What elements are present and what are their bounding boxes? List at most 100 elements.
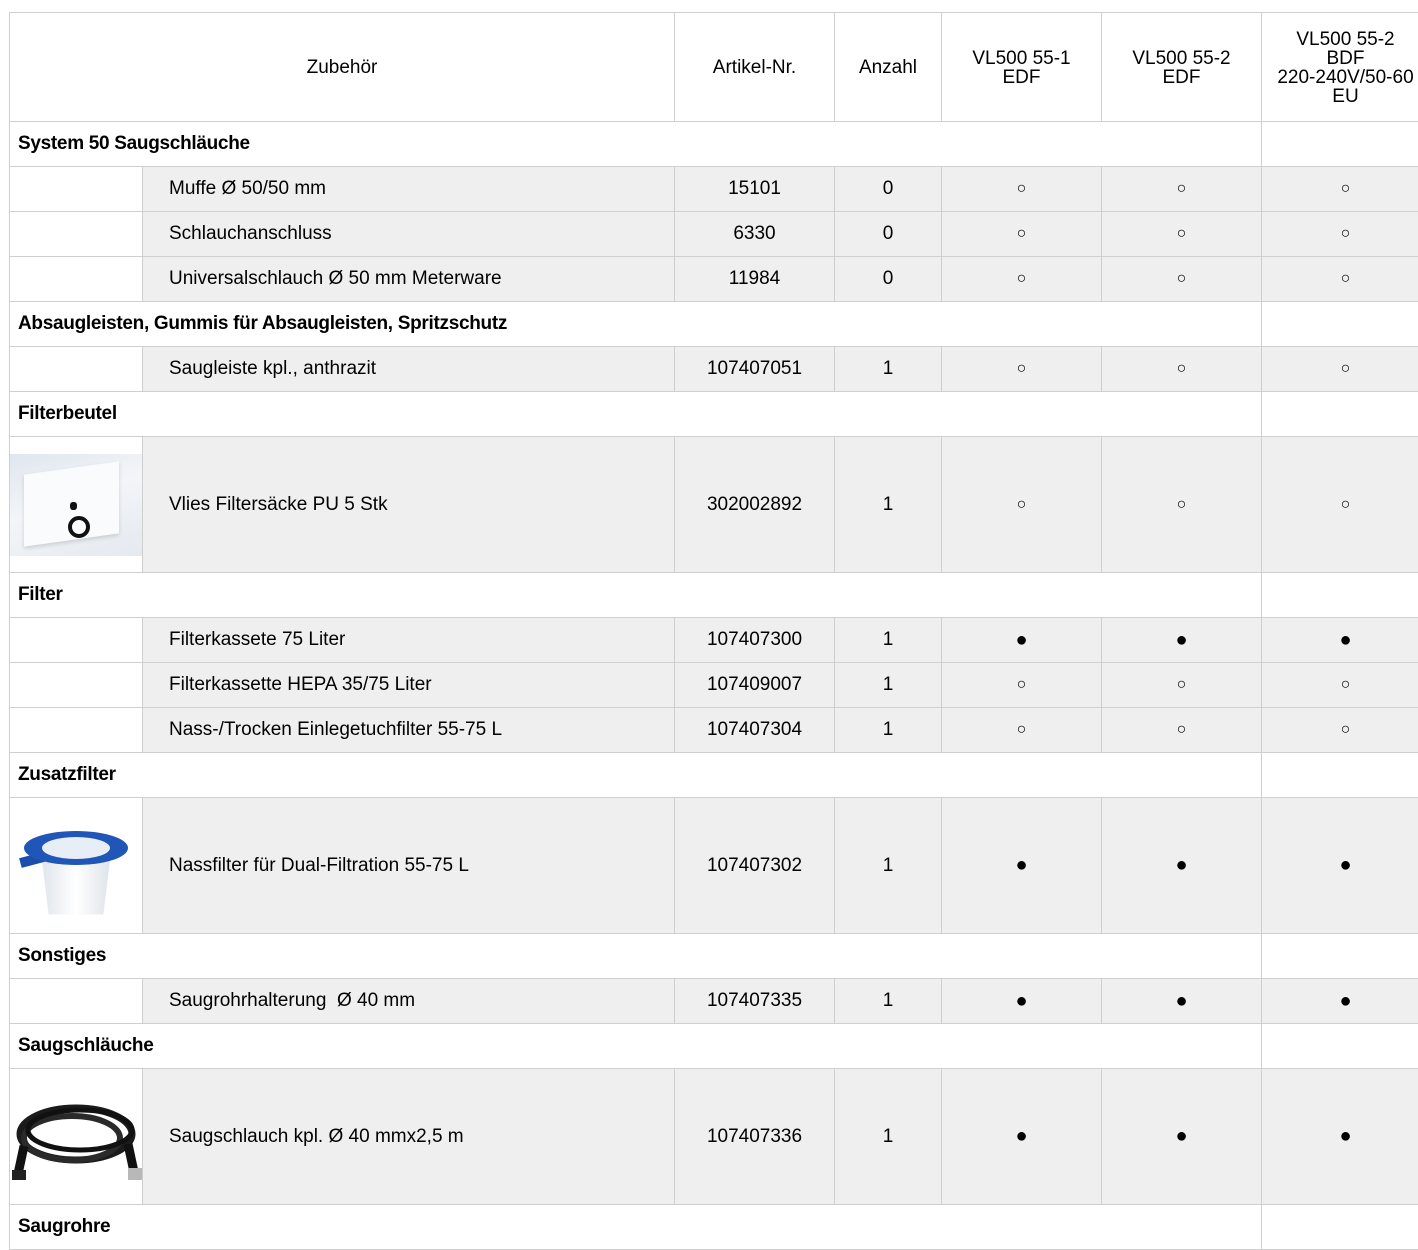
- group-row: Zusatzfilter: [10, 753, 1418, 798]
- group-title: Saugrohre: [10, 1205, 1262, 1250]
- item-name: Filterkassette HEPA 35/75 Liter: [143, 663, 675, 708]
- availability-model-2: ○: [1102, 212, 1262, 257]
- item-article-nr: 107407302: [675, 798, 835, 934]
- group-row: Absaugleisten, Gummis für Absaugleisten,…: [10, 302, 1418, 347]
- item-article-nr: 6330: [675, 212, 835, 257]
- availability-model-2: ○: [1102, 347, 1262, 392]
- availability-model-1: ○: [942, 167, 1102, 212]
- item-quantity: 0: [835, 257, 942, 302]
- availability-model-1: ●: [942, 798, 1102, 934]
- availability-model-1: ○: [942, 437, 1102, 573]
- group-title: Filter: [10, 573, 1262, 618]
- availability-model-1: ○: [942, 347, 1102, 392]
- item-quantity: 1: [835, 437, 942, 573]
- wet-filter-image: [10, 815, 143, 917]
- suction-hose-image: [10, 1086, 143, 1188]
- availability-model-3: ○: [1262, 708, 1418, 753]
- group-tail-cell: [1262, 753, 1418, 798]
- table-row: Saugschlauch kpl. Ø 40 mmx2,5 m 10740733…: [10, 1069, 1418, 1205]
- thumbnail-cell: [10, 347, 143, 392]
- group-row: Filter: [10, 573, 1418, 618]
- thumbnail-cell: [10, 437, 143, 573]
- availability-model-2: ○: [1102, 663, 1262, 708]
- header-model-3-line2: BDF: [1262, 49, 1418, 68]
- availability-model-2: ●: [1102, 618, 1262, 663]
- item-quantity: 1: [835, 708, 942, 753]
- group-row: System 50 Saugschläuche: [10, 122, 1418, 167]
- header-model-3-line4: EU: [1262, 87, 1418, 106]
- availability-model-2: ○: [1102, 167, 1262, 212]
- header-model-1-line2: EDF: [942, 68, 1101, 87]
- header-zubehoer: Zubehör: [10, 13, 675, 122]
- filter-bag-knob: [70, 502, 77, 510]
- availability-model-2: ●: [1102, 798, 1262, 934]
- header-model-3-line3: 220-240V/50-60: [1262, 68, 1418, 87]
- item-quantity: 1: [835, 979, 942, 1024]
- item-article-nr: 107407304: [675, 708, 835, 753]
- availability-model-1: ●: [942, 618, 1102, 663]
- item-name: Nassfilter für Dual-Filtration 55-75 L: [143, 798, 675, 934]
- availability-model-1: ○: [942, 708, 1102, 753]
- item-quantity: 0: [835, 212, 942, 257]
- availability-model-2: ○: [1102, 257, 1262, 302]
- item-name: Saugrohrhalterung Ø 40 mm: [143, 979, 675, 1024]
- table-row: Filterkassete 75 Liter 107407300 1 ● ● ●: [10, 618, 1418, 663]
- table-row: Nass-/Trocken Einlegetuchfilter 55-75 L …: [10, 708, 1418, 753]
- availability-model-3: ●: [1262, 979, 1418, 1024]
- table-row: Saugrohrhalterung Ø 40 mm 107407335 1 ● …: [10, 979, 1418, 1024]
- item-article-nr: 302002892: [675, 437, 835, 573]
- group-title: Zusatzfilter: [10, 753, 1262, 798]
- group-row: Filterbeutel: [10, 392, 1418, 437]
- availability-model-2: ○: [1102, 437, 1262, 573]
- item-article-nr: 15101: [675, 167, 835, 212]
- group-tail-cell: [1262, 122, 1418, 167]
- group-row: Saugrohre: [10, 1205, 1418, 1250]
- table-body: System 50 Saugschläuche Muffe Ø 50/50 mm…: [10, 122, 1418, 1250]
- availability-model-1: ●: [942, 979, 1102, 1024]
- table-row: Vlies Filtersäcke PU 5 Stk 302002892 1 ○…: [10, 437, 1418, 573]
- item-article-nr: 107407300: [675, 618, 835, 663]
- availability-model-3: ○: [1262, 257, 1418, 302]
- header-model-1-line1: VL500 55-1: [942, 49, 1101, 68]
- header-artikel-nr: Artikel-Nr.: [675, 13, 835, 122]
- thumbnail-cell: [10, 979, 143, 1024]
- item-name: Saugschlauch kpl. Ø 40 mmx2,5 m: [143, 1069, 675, 1205]
- table-row: Universalschlauch Ø 50 mm Meterware 1198…: [10, 257, 1418, 302]
- group-tail-cell: [1262, 573, 1418, 618]
- availability-model-3: ●: [1262, 1069, 1418, 1205]
- header-model-3: VL500 55-2 BDF 220-240V/50-60 EU: [1262, 13, 1418, 122]
- item-article-nr: 107407335: [675, 979, 835, 1024]
- header-model-2-line2: EDF: [1102, 68, 1261, 87]
- group-title: System 50 Saugschläuche: [10, 122, 1262, 167]
- item-article-nr: 107409007: [675, 663, 835, 708]
- thumbnail-cell: [10, 212, 143, 257]
- header-anzahl: Anzahl: [835, 13, 942, 122]
- group-tail-cell: [1262, 934, 1418, 979]
- header-model-3-line1: VL500 55-2: [1262, 30, 1418, 49]
- thumbnail-cell: [10, 618, 143, 663]
- filter-bag-ring: [68, 516, 90, 538]
- header-model-2-line1: VL500 55-2: [1102, 49, 1261, 68]
- availability-model-3: ●: [1262, 618, 1418, 663]
- table-row: Muffe Ø 50/50 mm 15101 0 ○ ○ ○: [10, 167, 1418, 212]
- thumbnail-cell: [10, 708, 143, 753]
- group-title: Filterbeutel: [10, 392, 1262, 437]
- availability-model-1: ●: [942, 1069, 1102, 1205]
- group-row: Sonstiges: [10, 934, 1418, 979]
- item-quantity: 1: [835, 347, 942, 392]
- table-header: Zubehör Artikel-Nr. Anzahl VL500 55-1 ED…: [10, 13, 1418, 122]
- item-quantity: 1: [835, 798, 942, 934]
- availability-model-3: ○: [1262, 437, 1418, 573]
- table-row: Schlauchanschluss 6330 0 ○ ○ ○: [10, 212, 1418, 257]
- availability-model-3: ○: [1262, 663, 1418, 708]
- item-article-nr: 107407336: [675, 1069, 835, 1205]
- item-article-nr: 11984: [675, 257, 835, 302]
- availability-model-2: ●: [1102, 1069, 1262, 1205]
- wet-filter-opening: [42, 837, 110, 859]
- availability-model-1: ○: [942, 257, 1102, 302]
- availability-model-1: ○: [942, 663, 1102, 708]
- filter-bag-image: [10, 454, 143, 556]
- item-quantity: 1: [835, 663, 942, 708]
- item-article-nr: 107407051: [675, 347, 835, 392]
- thumbnail-cell: [10, 167, 143, 212]
